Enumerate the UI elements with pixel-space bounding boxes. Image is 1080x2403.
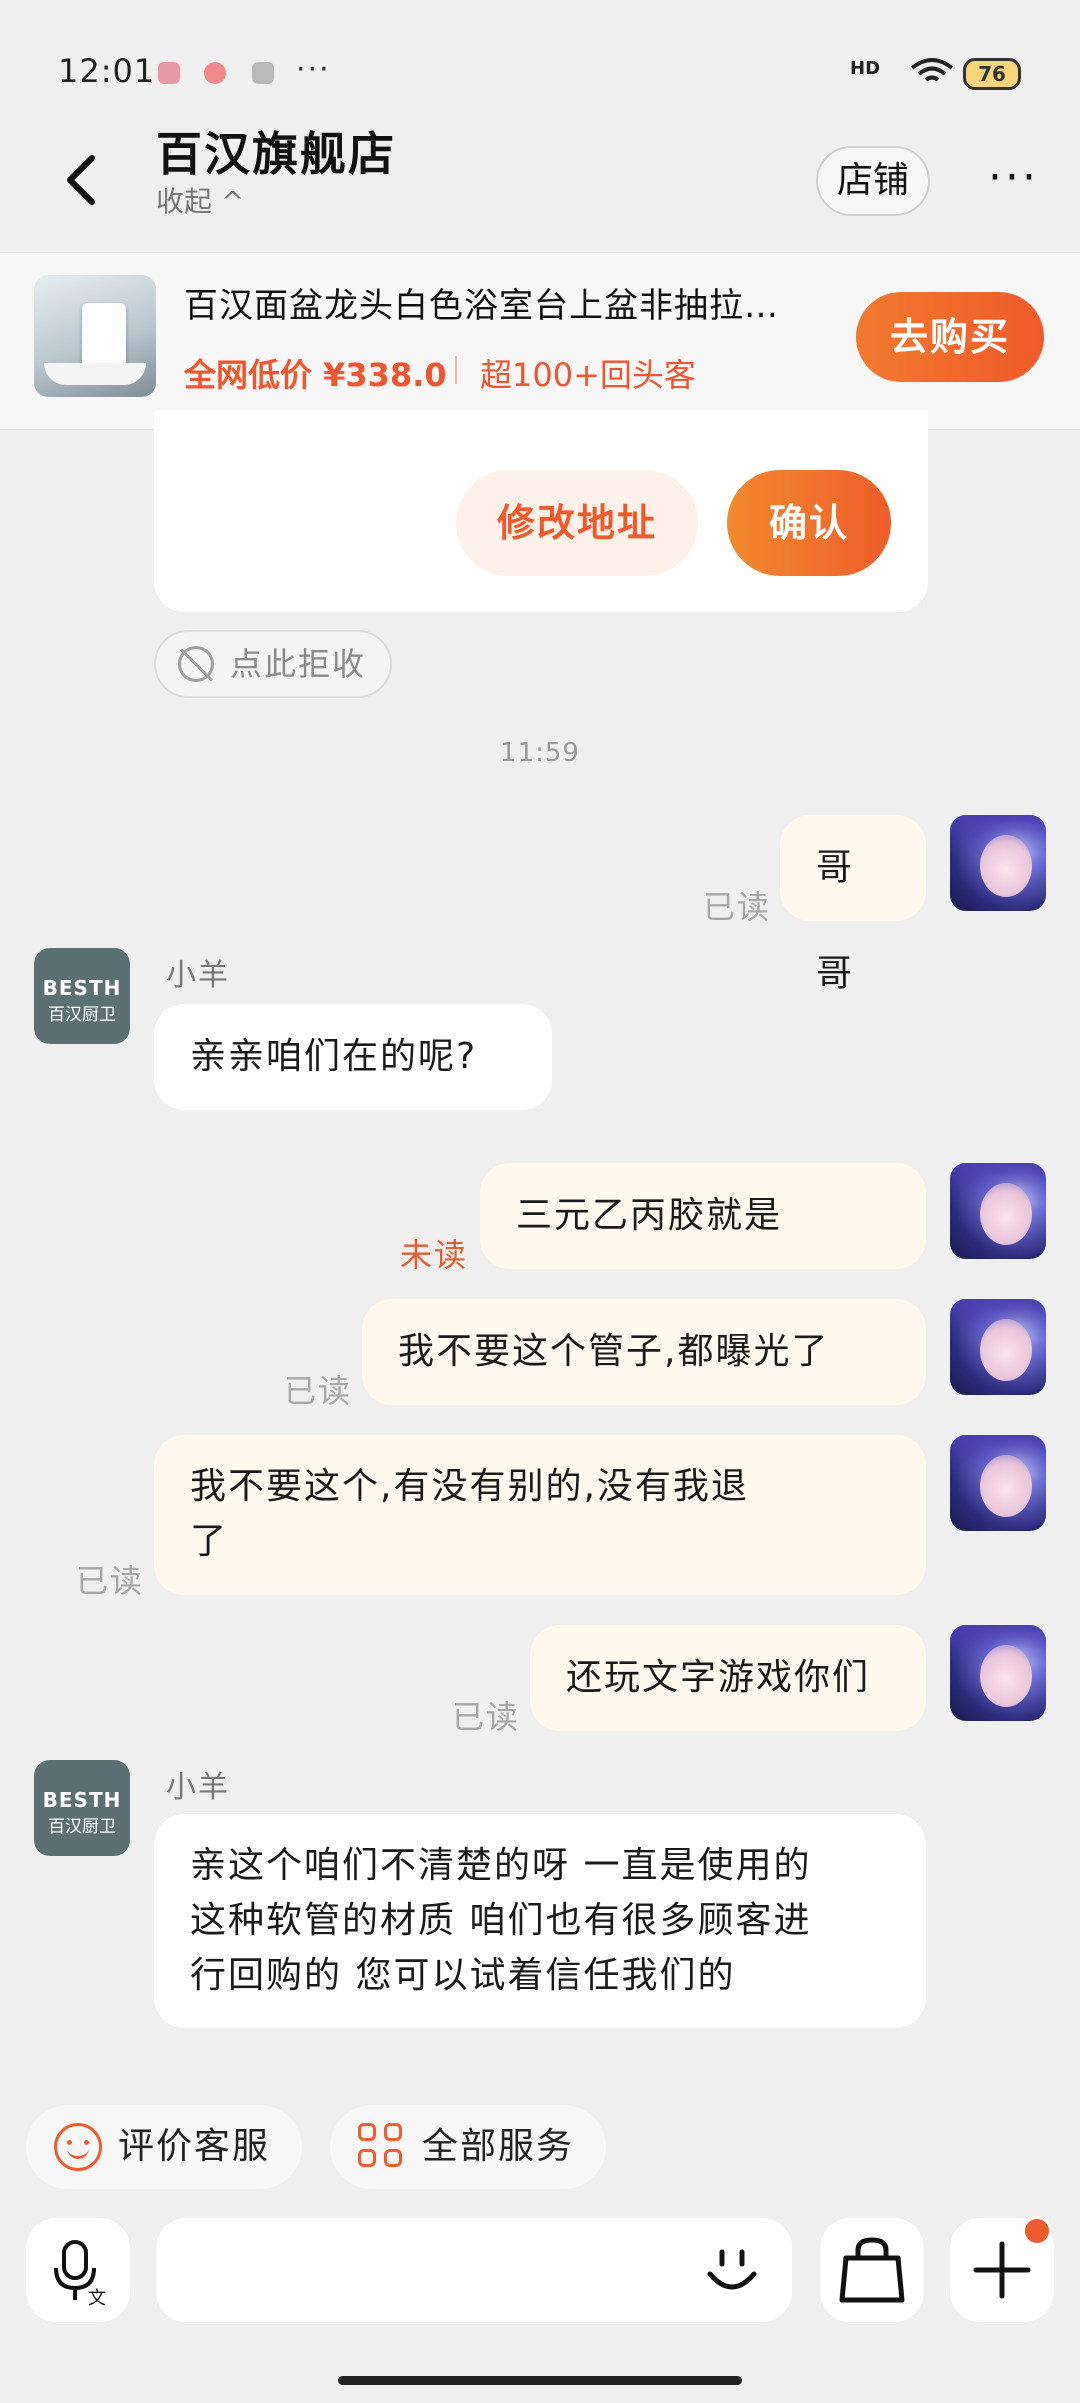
my-avatar[interactable]: [950, 1163, 1046, 1259]
page-title: 百汉旗舰店: [156, 127, 396, 181]
wifi-icon: [908, 54, 956, 96]
notification-dot: [1022, 2216, 1052, 2246]
unread-status: 未读: [400, 1236, 469, 1274]
reject-label: 点此拒收: [230, 645, 367, 683]
shopping-bag-icon: [839, 2237, 905, 2303]
home-indicator: [338, 2376, 742, 2385]
buy-button[interactable]: 去购买: [856, 292, 1044, 382]
emoji-button[interactable]: [700, 2238, 764, 2302]
chevron-left-icon: [67, 155, 95, 205]
read-status: 已读: [452, 1698, 521, 1736]
message-input[interactable]: [156, 2218, 792, 2322]
message-line: 了: [190, 1521, 229, 1562]
divider: [455, 356, 457, 384]
message-line: 亲这个咱们不清楚的呀 一直是使用的: [190, 1845, 812, 1886]
back-button[interactable]: [58, 150, 108, 210]
emoji-icon: [707, 2249, 757, 2290]
sender-name: 小羊: [166, 958, 230, 993]
message-bubble[interactable]: 我不要这个,有没有别的,没有我退 了: [154, 1435, 926, 1595]
message-bubble[interactable]: 亲这个咱们不清楚的呀 一直是使用的 这种软管的材质 咱们也有很多顾客进 行回购的…: [154, 1814, 926, 2028]
message-bubble[interactable]: 亲亲咱们在的呢?: [154, 1004, 552, 1110]
modify-address-button[interactable]: 修改地址: [456, 470, 698, 576]
message-line: 行回购的 您可以试着信任我们的: [190, 1955, 736, 1996]
message-line: 这种软管的材质 咱们也有很多顾客进: [190, 1900, 812, 1941]
smile-icon: [54, 2123, 102, 2171]
read-status: 已读: [284, 1372, 353, 1410]
shop-avatar[interactable]: BESTH 百汉厨卫: [34, 948, 130, 1044]
message-bubble[interactable]: 三元乙丙胶就是 epdm: [480, 1163, 926, 1342]
shop-button[interactable]: 店铺: [816, 146, 930, 216]
voice-input-button[interactable]: 文: [26, 2218, 130, 2322]
message-timestamp: 11:59: [500, 738, 580, 768]
voice-input-icon: 文: [54, 2240, 106, 2309]
message-line: 我不要这个,有没有别的,没有我退: [190, 1466, 749, 1507]
reject-delivery-button[interactable]: 点此拒收: [154, 630, 392, 698]
quick-action-label: 评价客服: [118, 2126, 271, 2167]
read-status: 已读: [76, 1562, 145, 1600]
my-avatar[interactable]: [950, 815, 1046, 911]
my-avatar[interactable]: [950, 1625, 1046, 1721]
grid-icon: [358, 2123, 406, 2171]
notification-icon: [252, 62, 274, 84]
rate-service-button[interactable]: 评价客服: [26, 2105, 302, 2189]
product-price: 全网低价 ¥338.0: [184, 356, 447, 394]
all-services-button[interactable]: 全部服务: [330, 2105, 606, 2189]
shop-avatar[interactable]: BESTH 百汉厨卫: [34, 1760, 130, 1856]
status-bar: 12:01 ··· HD 76: [0, 0, 1080, 115]
my-avatar[interactable]: [950, 1299, 1046, 1395]
reject-icon: [178, 646, 214, 682]
message-bubble[interactable]: 哥哥: [780, 815, 926, 994]
notification-icon: [158, 62, 180, 84]
product-thumbnail[interactable]: [34, 275, 156, 397]
read-status: 已读: [703, 888, 772, 926]
signal-icon: HD: [850, 58, 881, 79]
shopping-bag-button[interactable]: [820, 2218, 924, 2322]
battery-icon: 76: [963, 58, 1021, 90]
confirm-button[interactable]: 确认: [727, 470, 891, 576]
collapse-button[interactable]: 收起 ^: [156, 180, 244, 220]
status-more-icon: ···: [296, 52, 331, 87]
more-options-button[interactable]: ···: [988, 156, 1039, 200]
quick-action-label: 全部服务: [422, 2126, 575, 2167]
product-buyers: 超100+回头客: [480, 356, 696, 394]
message-bubble[interactable]: 我不要这个管子,都曝光了: [362, 1299, 926, 1405]
status-time: 12:01: [58, 52, 156, 90]
sender-name: 小羊: [166, 1770, 230, 1805]
message-bubble[interactable]: 还玩文字游戏你们: [530, 1625, 926, 1731]
svg-text:文: 文: [88, 2288, 106, 2309]
my-avatar[interactable]: [950, 1435, 1046, 1531]
notification-icon: [204, 62, 226, 84]
product-title[interactable]: 百汉面盆龙头白色浴室台上盆非抽拉…: [184, 278, 824, 327]
